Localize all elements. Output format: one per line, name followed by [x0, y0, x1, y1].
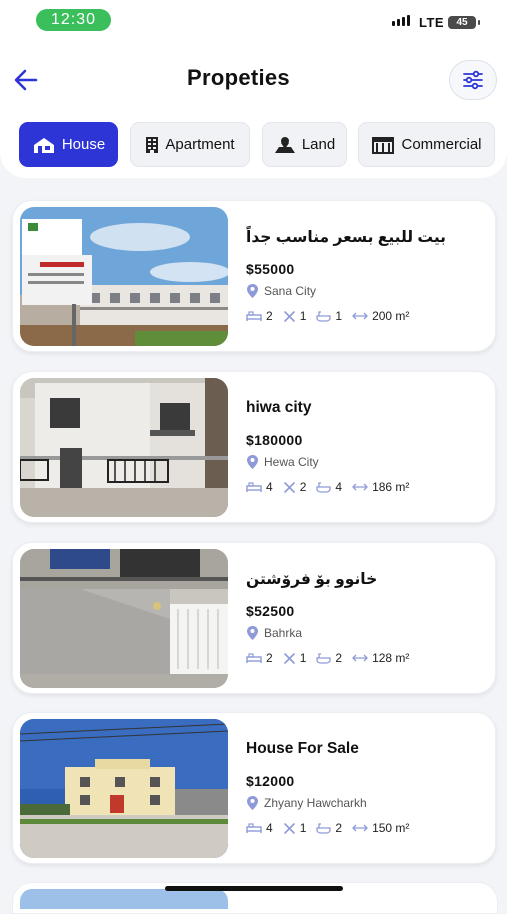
floors-count: 4 — [335, 480, 343, 494]
shop-icon — [371, 136, 395, 154]
tools-icon — [283, 310, 295, 322]
bath-icon — [316, 482, 332, 493]
bed-icon — [246, 311, 262, 321]
area-value: 186 m² — [372, 480, 410, 494]
page-title: Propeties — [187, 65, 290, 90]
area-value: 128 m² — [372, 651, 410, 665]
property-card[interactable]: بيت للبيع بسعر مناسب جداً $55000 Sana Ci… — [12, 200, 496, 352]
area-arrows-icon — [352, 312, 368, 320]
filter-button[interactable] — [449, 60, 497, 100]
location-label: Zhyany Hawcharkh — [264, 796, 367, 810]
property-card[interactable]: خانوو بۆ فرۆشتن $52500 Bahrka 2 1 2 128 … — [12, 542, 496, 694]
property-photo — [20, 719, 228, 858]
property-photo — [20, 378, 228, 517]
home-indicator[interactable] — [165, 886, 343, 891]
location-label: Bahrka — [264, 626, 303, 640]
property-title: خانوو بۆ فرۆشتن — [246, 571, 378, 588]
area-value: 150 m² — [372, 821, 410, 835]
property-features: 4 1 2 150 m² — [246, 821, 419, 835]
bath-icon — [316, 823, 332, 834]
tools-icon — [283, 822, 295, 834]
property-features: 2 1 1 200 m² — [246, 309, 419, 323]
tab-house-label: House — [61, 136, 106, 153]
area-value: 200 m² — [372, 309, 410, 323]
baths-count: 1 — [299, 309, 307, 323]
area-arrows-icon — [352, 654, 368, 662]
tab-apartment-label: Apartment — [165, 136, 235, 153]
property-price: $52500 — [246, 603, 295, 619]
tools-icon — [283, 481, 295, 493]
land-icon — [274, 136, 296, 154]
property-location: Hewa City — [246, 454, 319, 470]
tab-commercial-label: Commercial — [401, 136, 482, 153]
sliders-icon — [463, 70, 483, 90]
property-title: بيت للبيع بسعر مناسب جداً — [246, 229, 446, 246]
location-pin-icon — [247, 455, 258, 469]
property-location: Zhyany Hawcharkh — [246, 795, 367, 811]
property-location: Bahrka — [246, 625, 302, 641]
house-icon — [32, 136, 56, 154]
property-title: hiwa city — [246, 399, 312, 416]
status-time: 12:30 — [36, 9, 111, 31]
property-title: House For Sale — [246, 740, 359, 757]
property-price: $12000 — [246, 773, 295, 789]
property-card[interactable]: House For Sale $12000 Zhyany Hawcharkh 4… — [12, 712, 496, 864]
tab-commercial[interactable]: Commercial — [358, 122, 495, 167]
tab-house[interactable]: House — [19, 122, 118, 167]
area-arrows-icon — [352, 824, 368, 832]
signal-icon — [392, 15, 410, 26]
beds-count: 2 — [266, 309, 273, 323]
beds-count: 4 — [266, 821, 273, 835]
property-price: $55000 — [246, 261, 295, 277]
baths-count: 2 — [299, 480, 307, 494]
network-label: LTE — [419, 15, 445, 30]
bed-icon — [246, 823, 262, 833]
location-label: Sana City — [264, 284, 317, 298]
location-pin-icon — [247, 626, 258, 640]
property-photo — [20, 889, 228, 909]
tools-icon — [283, 652, 295, 664]
building-icon — [145, 136, 159, 154]
location-pin-icon — [247, 284, 258, 298]
area-arrows-icon — [352, 483, 368, 491]
category-tabs: House Apartment Land Commercial — [19, 122, 507, 168]
property-price: $180000 — [246, 432, 303, 448]
battery-icon: 45 — [448, 16, 480, 29]
location-label: Hewa City — [264, 455, 319, 469]
property-features: 4 2 4 186 m² — [246, 480, 419, 494]
floors-count: 2 — [335, 651, 343, 665]
property-location: Sana City — [246, 283, 316, 299]
property-card[interactable]: hiwa city $180000 Hewa City 4 2 4 186 m² — [12, 371, 496, 523]
tab-apartment[interactable]: Apartment — [130, 122, 250, 167]
location-pin-icon — [247, 796, 258, 810]
tab-land-label: Land — [301, 136, 336, 153]
tab-land[interactable]: Land — [262, 122, 347, 167]
floors-count: 1 — [335, 309, 343, 323]
floors-count: 2 — [335, 821, 343, 835]
beds-count: 4 — [266, 480, 273, 494]
bed-icon — [246, 482, 262, 492]
property-photo — [20, 207, 228, 346]
baths-count: 1 — [299, 651, 307, 665]
property-photo — [20, 549, 228, 688]
top-panel: 12:30 LTE 45 Propeties House Apartment L… — [0, 0, 507, 178]
property-features: 2 1 2 128 m² — [246, 651, 419, 665]
beds-count: 2 — [266, 651, 273, 665]
bath-icon — [316, 653, 332, 664]
baths-count: 1 — [299, 821, 307, 835]
bed-icon — [246, 653, 262, 663]
bath-icon — [316, 311, 332, 322]
